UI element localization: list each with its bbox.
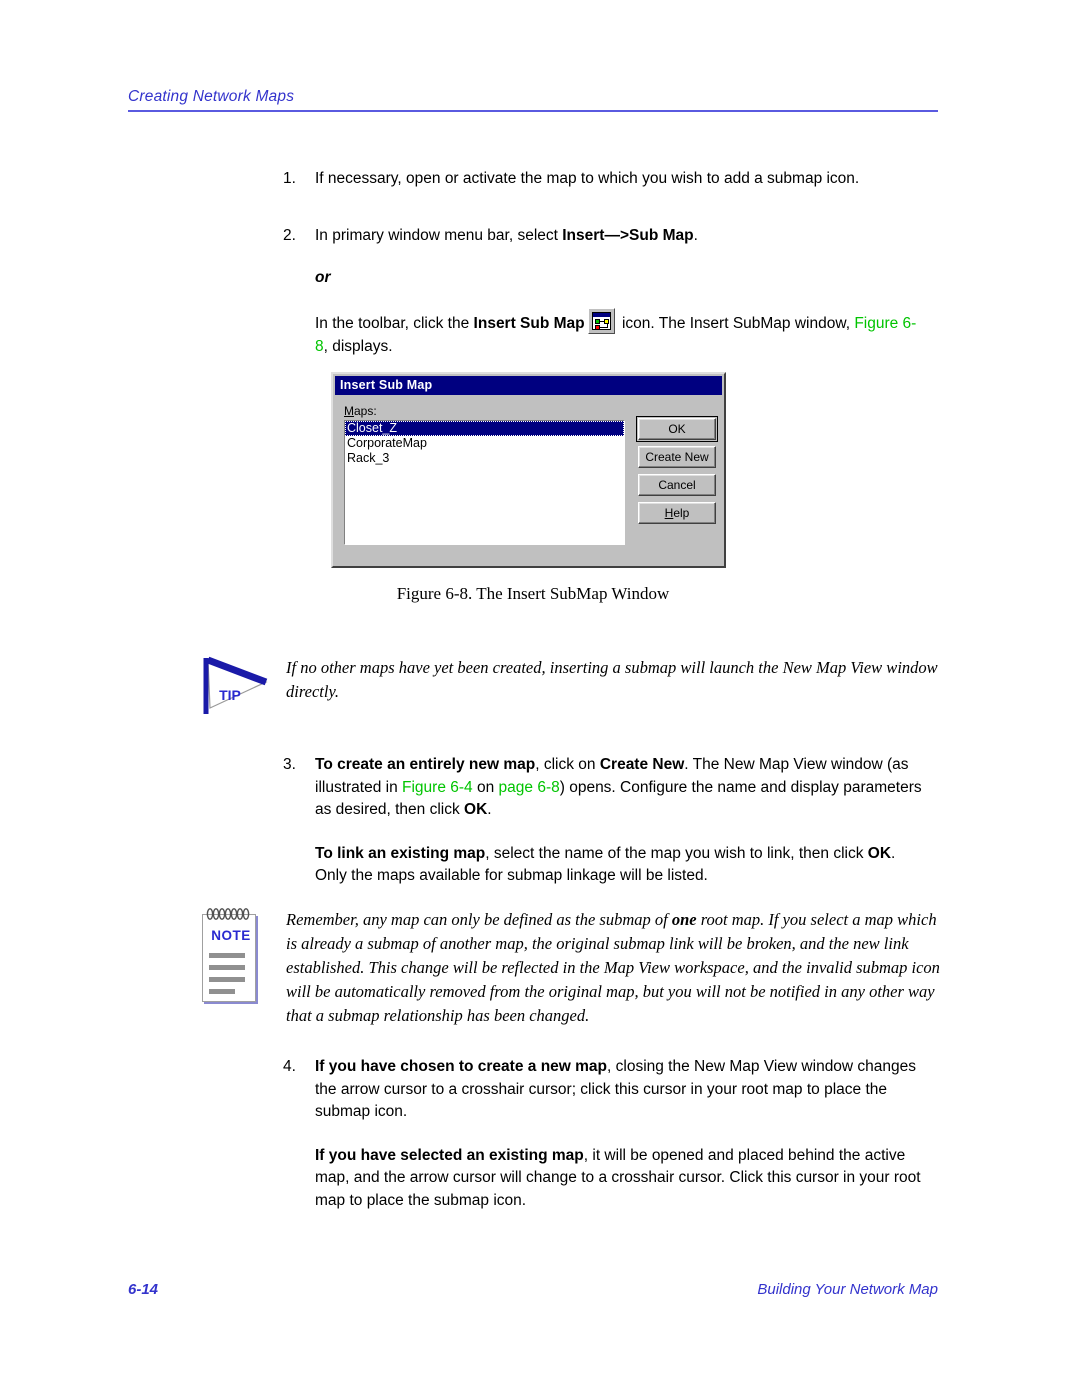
icon-link-3: [599, 327, 608, 328]
tip-text: If no other maps have yet been created, …: [286, 658, 938, 701]
page-number: 6-14: [128, 1281, 159, 1298]
tip-flag-icon: TIP: [203, 656, 268, 714]
spacer-step3: [315, 822, 923, 843]
step-3-p2-ok-ref: OK: [867, 844, 892, 862]
running-head-text: Creating Network Maps: [128, 88, 295, 105]
step-4-number: 4.: [283, 1058, 296, 1075]
step-2-line-1: In primary window menu bar, select Inser…: [315, 225, 923, 248]
step-2-line-2: In the toolbar, click the Insert Sub Map…: [315, 308, 923, 358]
insert-sub-map-dialog-figure: Insert Sub Map Maps: Closet_Z CorporateM…: [331, 372, 726, 568]
dialog-button-column: OK Create New Cancel Help: [636, 416, 718, 530]
step-3-p1-a: , click on: [535, 756, 600, 773]
step-2-body: In primary window menu bar, select Inser…: [315, 225, 923, 358]
step-2-or: or: [315, 268, 331, 286]
step-4-p2-lead: If you have selected an existing map: [315, 1146, 584, 1164]
note-spiral-binding: [206, 908, 250, 920]
icon-node-green: [594, 319, 600, 324]
step-2-menu-path: Insert—>Sub Map: [562, 227, 694, 244]
tip-label: TIP: [219, 687, 241, 703]
icon-window-body: [591, 312, 611, 330]
xref-page-6-8[interactable]: page 6-8: [499, 779, 560, 796]
step-2: 2. In primary window menu bar, select In…: [283, 225, 923, 358]
step-3-paragraph-2: To link an existing map, select the name…: [315, 843, 923, 888]
note-label: NOTE: [211, 928, 251, 943]
step-2-line2-suffix: , displays.: [323, 337, 393, 355]
step-3-ok-ref: OK: [464, 801, 488, 818]
note-emphasis-one: one: [671, 910, 697, 929]
ok-button[interactable]: OK: [636, 416, 718, 442]
step-3-p2-a: , select the name of the map you wish to…: [485, 844, 868, 862]
tip-callout: TIP If no other maps have yet been creat…: [200, 656, 940, 723]
maps-label-accel: M: [344, 404, 354, 418]
step-2-line2-mid: icon. The Insert SubMap window,: [617, 315, 855, 332]
step-4-paragraph-2: If you have selected an existing map, it…: [315, 1145, 923, 1213]
note-icon-wrap: NOTE: [200, 908, 286, 1028]
tip-icon-wrap: TIP: [200, 656, 286, 723]
step-4-body: If you have chosen to create a new map, …: [315, 1056, 923, 1212]
cancel-button[interactable]: Cancel: [638, 474, 716, 496]
insert-sub-map-icon: [587, 308, 615, 334]
spacer-step2b: [315, 289, 923, 308]
list-item[interactable]: CorporateMap: [345, 436, 624, 451]
icon-title-bar: [592, 313, 610, 317]
help-button[interactable]: Help: [638, 502, 716, 524]
step-3-create-new-ref: Create New: [599, 756, 685, 773]
note-callout: NOTE Remember, any map can only be defin…: [200, 908, 940, 1028]
create-new-button[interactable]: Create New: [638, 446, 716, 468]
icon-node-yellow: [603, 319, 609, 324]
maps-label-rest: aps:: [354, 404, 377, 418]
step-3-p1-c: on: [472, 778, 499, 796]
step-1: 1. If necessary, open or activate the ma…: [283, 168, 923, 191]
step-3: 3. To create an entirely new map, click …: [283, 754, 923, 888]
footer-section-title: Building Your Network Map: [757, 1281, 938, 1298]
step-4-p1-lead: If you have chosen to create a new map: [315, 1058, 608, 1075]
note-rule-1: [209, 953, 245, 958]
spacer-step4: [315, 1124, 923, 1145]
step-4-paragraph-1: If you have chosen to create a new map, …: [315, 1056, 923, 1124]
step-1-number: 1.: [283, 170, 296, 187]
maps-listbox[interactable]: Closet_Z CorporateMap Rack_3: [344, 420, 625, 545]
help-button-rest: elp: [673, 506, 690, 520]
step-2-line1-prefix: In primary window menu bar, select: [315, 227, 563, 244]
page-footer: 6-14 Building Your Network Map: [128, 1281, 938, 1298]
note-pad-icon: NOTE: [200, 908, 262, 1006]
maps-list-label: Maps:: [344, 404, 377, 418]
xref-figure-6-4[interactable]: Figure 6-4: [402, 779, 473, 796]
step-3-paragraph-1: To create an entirely new map, click on …: [315, 754, 923, 822]
step-3-number: 3.: [283, 756, 296, 773]
step-3-body: To create an entirely new map, click on …: [315, 754, 923, 888]
note-rule-4: [209, 989, 235, 994]
note-rule-3: [209, 977, 245, 982]
step-2-line1-suffix: .: [693, 227, 698, 244]
list-item[interactable]: Rack_3: [345, 451, 624, 466]
note-text-a: Remember, any map can only be defined as…: [286, 910, 672, 929]
header-divider: [128, 110, 938, 112]
step-3-p1-e: .: [487, 801, 492, 818]
step-3-p2-lead: To link an existing map: [315, 844, 486, 862]
dialog-title-bar: Insert Sub Map: [335, 376, 722, 395]
step-1-text: If necessary, open or activate the map t…: [315, 170, 860, 187]
step-2-number: 2.: [283, 227, 296, 244]
step-2-toolbar-name: Insert Sub Map: [473, 315, 585, 332]
step-4: 4. If you have chosen to create a new ma…: [283, 1056, 923, 1212]
note-text: Remember, any map can only be defined as…: [286, 908, 940, 1028]
step-3-p1-lead: To create an entirely new map: [315, 756, 536, 773]
step-2-line2-prefix: In the toolbar, click the: [315, 315, 474, 332]
list-item[interactable]: Closet_Z: [345, 421, 624, 436]
figure-caption: Figure 6-8. The Insert SubMap Window: [396, 584, 670, 603]
insert-sub-map-dialog: Insert Sub Map Maps: Closet_Z CorporateM…: [331, 372, 726, 568]
icon-node-red: [594, 325, 600, 330]
note-rule-2: [209, 965, 245, 970]
running-header: Creating Network Maps: [128, 88, 938, 112]
spacer-step2: [315, 248, 923, 267]
